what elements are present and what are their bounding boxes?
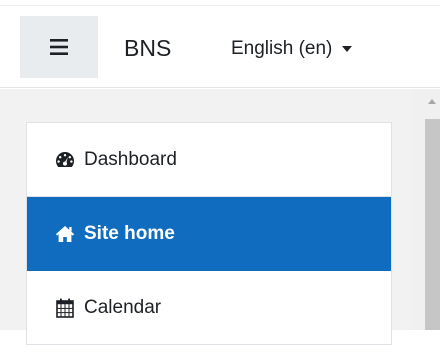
- navbar-top-divider: [0, 0, 440, 6]
- nav-item-site-home[interactable]: Site home: [27, 197, 391, 271]
- nav-item-dashboard[interactable]: Dashboard: [27, 123, 391, 197]
- scroll-up-arrow-icon[interactable]: [428, 99, 436, 104]
- nav-list: Dashboard Site home Calendar: [26, 122, 392, 345]
- scroll-thumb[interactable]: [425, 119, 440, 330]
- nav-item-label: Site home: [84, 222, 175, 244]
- top-navbar: BNS English (en): [0, 0, 440, 88]
- calendar-icon: [55, 298, 75, 318]
- nav-item-calendar[interactable]: Calendar: [27, 271, 391, 345]
- drawer-scrollbar[interactable]: [412, 89, 440, 330]
- tachometer-icon: [55, 150, 75, 170]
- site-brand-link[interactable]: BNS: [124, 34, 171, 62]
- drawer-toggle-button[interactable]: [20, 16, 98, 78]
- nav-item-label: Dashboard: [84, 148, 177, 170]
- nav-drawer: Dashboard Site home Calendar: [0, 89, 412, 345]
- hamburger-icon: [50, 39, 68, 55]
- nav-item-label: Calendar: [84, 296, 162, 318]
- language-label: English (en): [231, 38, 333, 59]
- language-menu[interactable]: English (en): [231, 36, 353, 62]
- home-icon: [55, 224, 75, 244]
- caret-down-icon: [342, 46, 353, 52]
